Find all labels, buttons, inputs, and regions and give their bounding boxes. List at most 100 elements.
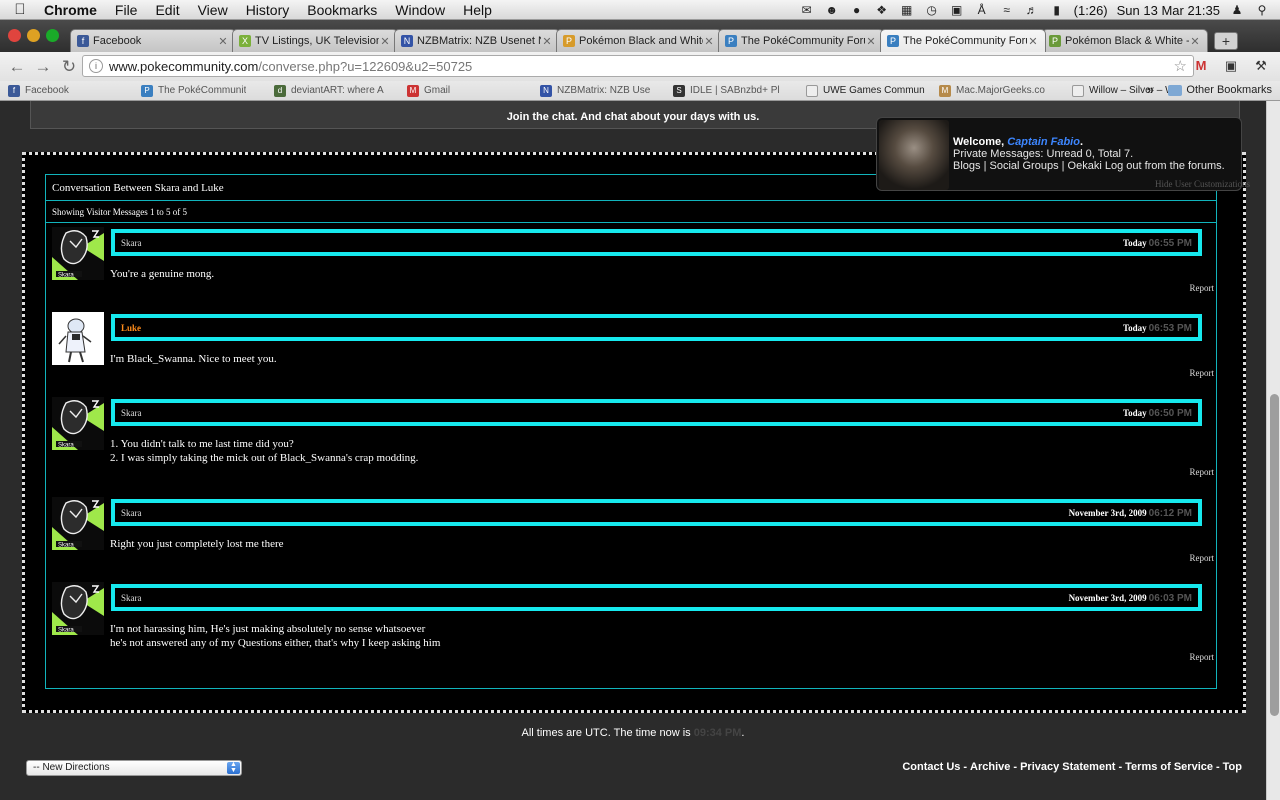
facebook-icon: f — [77, 35, 89, 47]
message-avatar[interactable] — [52, 312, 104, 365]
message-author[interactable]: Luke — [121, 323, 141, 333]
tab-1[interactable]: X TV Listings, UK Television ✕ — [232, 29, 398, 52]
luke-avatar-image — [52, 312, 104, 365]
report-link[interactable]: Report — [1190, 368, 1215, 378]
menu-view[interactable]: View — [189, 2, 237, 18]
message-avatar[interactable]: Skara — [52, 227, 104, 280]
message-avatar[interactable]: Skara — [52, 397, 104, 450]
tab-5[interactable]: P The PokéCommunity Foru ✕ — [880, 29, 1046, 52]
menubar-status-area: ✉ ☻ ● ❖ ▦ ◷ ▣ Å ≈ ♬ ▮ (1:26) Sun 13 Mar … — [799, 0, 1280, 20]
close-tab-icon[interactable]: ✕ — [379, 35, 391, 48]
close-tab-icon[interactable]: ✕ — [541, 35, 553, 48]
user-avatar[interactable] — [879, 120, 949, 190]
bookmark-icon — [1072, 84, 1084, 97]
battery-icon[interactable]: ▮ — [1049, 3, 1065, 17]
skara-avatar-image: Skara — [52, 497, 104, 550]
bookmark-item[interactable]: UWE Games Commun — [798, 84, 931, 97]
tab-2[interactable]: N NZBMatrix: NZB Usenet N ✕ — [394, 29, 560, 52]
address-bar[interactable]: i www.pokecommunity.com/converse.php?u=1… — [82, 55, 1194, 77]
bookmark-icon: N — [540, 84, 552, 97]
other-bookmarks[interactable]: » Other Bookmarks — [1147, 82, 1272, 97]
message-avatar[interactable]: Skara — [52, 582, 104, 635]
message-author[interactable]: Skara — [121, 508, 142, 518]
forward-arrow-icon[interactable]: → — [30, 57, 56, 77]
showing-count: Showing Visitor Messages 1 to 5 of 5 — [46, 201, 1216, 223]
visitor-message: Luke Today 06:53 PM I'm Black_Swanna. Nice … — [46, 312, 1218, 392]
report-link[interactable]: Report — [1190, 553, 1215, 563]
clock[interactable]: Sun 13 Mar 21:35 — [1117, 3, 1220, 18]
scrollbar-thumb[interactable] — [1270, 394, 1279, 716]
close-tab-icon[interactable]: ✕ — [1027, 35, 1039, 48]
svg-text:Skara: Skara — [58, 543, 74, 549]
footer-link-archive[interactable]: Archive — [970, 761, 1010, 773]
tab-0[interactable]: f Facebook ✕ — [70, 29, 236, 52]
report-link[interactable]: Report — [1190, 283, 1215, 293]
pm-value[interactable]: Unread 0, Total 7. — [1047, 148, 1134, 160]
bookmark-star-icon[interactable]: ☆ — [1174, 57, 1187, 75]
sk-icon[interactable]: ● — [849, 3, 865, 17]
timemachine-icon[interactable]: ◷ — [924, 3, 940, 17]
bookmark-item[interactable]: d deviantART: where A — [266, 84, 399, 97]
bookmark-item[interactable]: f Facebook — [0, 84, 133, 97]
wifi-icon[interactable]: ≈ — [999, 3, 1015, 17]
report-link[interactable]: Report — [1190, 467, 1215, 477]
sabnzbd-icon[interactable]: ▣ — [1222, 57, 1240, 75]
menu-bookmarks[interactable]: Bookmarks — [298, 2, 386, 18]
mail-icon[interactable]: ✉ — [799, 3, 815, 17]
tab-4[interactable]: P The PokéCommunity Foru ✕ — [718, 29, 884, 52]
close-window-button[interactable] — [8, 29, 21, 42]
spotlight-icon[interactable]: ⚲ — [1254, 3, 1270, 17]
bluetooth-icon[interactable]: Å — [974, 3, 990, 17]
welcome-username[interactable]: Captain Fabio — [1007, 136, 1080, 148]
footer-link-top[interactable]: Top — [1223, 761, 1242, 773]
minimize-window-button[interactable] — [27, 29, 40, 42]
page-scrollbar[interactable] — [1266, 101, 1280, 800]
footer-link-contact-us[interactable]: Contact Us — [902, 761, 960, 773]
welcome-links[interactable]: Blogs | Social Groups | Oekaki Log out f… — [953, 160, 1225, 172]
reload-icon[interactable]: ↻ — [56, 57, 82, 77]
apple-icon[interactable]:  — [0, 1, 40, 18]
bookmark-item[interactable]: S IDLE | SABnzbd+ Pl — [665, 84, 798, 97]
close-tab-icon[interactable]: ✕ — [865, 35, 877, 48]
user-icon[interactable]: ♟ — [1229, 3, 1245, 17]
message-author[interactable]: Skara — [121, 238, 142, 248]
dropbox-icon[interactable]: ❖ — [874, 3, 890, 17]
wrench-icon[interactable]: ⚒ — [1252, 57, 1270, 75]
page-icon[interactable]: i — [89, 59, 103, 73]
footer-link-privacy-statement[interactable]: Privacy Statement — [1020, 761, 1115, 773]
message-time: 06:55 PM — [1148, 238, 1192, 249]
message-avatar[interactable]: Skara — [52, 497, 104, 550]
hide-customizations-link[interactable]: Hide User Customizations — [1155, 179, 1250, 189]
menu-app-chrome[interactable]: Chrome — [40, 2, 106, 18]
gmail-icon[interactable]: M — [1192, 57, 1210, 75]
tab-3[interactable]: P Pokémon Black and White ✕ — [556, 29, 722, 52]
menu-history[interactable]: History — [237, 2, 299, 18]
close-tab-icon[interactable]: ✕ — [217, 35, 229, 48]
menu-file[interactable]: File — [106, 2, 147, 18]
message-author[interactable]: Skara — [121, 593, 142, 603]
tab-label: Pokémon Black and White — [579, 35, 703, 47]
close-tab-icon[interactable]: ✕ — [703, 35, 715, 48]
message-author[interactable]: Skara — [121, 408, 142, 418]
menu-edit[interactable]: Edit — [146, 2, 188, 18]
zoom-window-button[interactable] — [46, 29, 59, 42]
bookmark-item[interactable]: M Gmail — [399, 84, 532, 97]
trash-icon[interactable]: ▣ — [949, 3, 965, 17]
bookmark-item[interactable]: P The PokéCommunit — [133, 84, 266, 97]
menu-window[interactable]: Window — [386, 2, 454, 18]
volume-icon[interactable]: ♬ — [1024, 3, 1040, 17]
bookmark-item[interactable]: N NZBMatrix: NZB Use — [532, 84, 665, 97]
user-status-icon[interactable]: ☻ — [824, 3, 840, 17]
tab-6[interactable]: P Pokémon Black & White - ✕ — [1042, 29, 1208, 52]
back-arrow-icon[interactable]: ← — [4, 57, 30, 77]
grid-icon[interactable]: ▦ — [899, 3, 915, 17]
footer-separator: - — [1118, 761, 1123, 773]
new-tab-button[interactable]: + — [1214, 32, 1238, 50]
report-link[interactable]: Report — [1190, 652, 1215, 662]
footer-link-terms-of-service[interactable]: Terms of Service — [1125, 761, 1213, 773]
close-tab-icon[interactable]: ✕ — [1189, 35, 1201, 48]
bookmark-item[interactable]: M Mac.MajorGeeks.co — [931, 84, 1064, 97]
menu-help[interactable]: Help — [454, 2, 501, 18]
chevron-right-icon[interactable]: » — [1147, 82, 1154, 97]
style-select[interactable]: -- New Directions ▲ ▼ — [26, 760, 242, 776]
